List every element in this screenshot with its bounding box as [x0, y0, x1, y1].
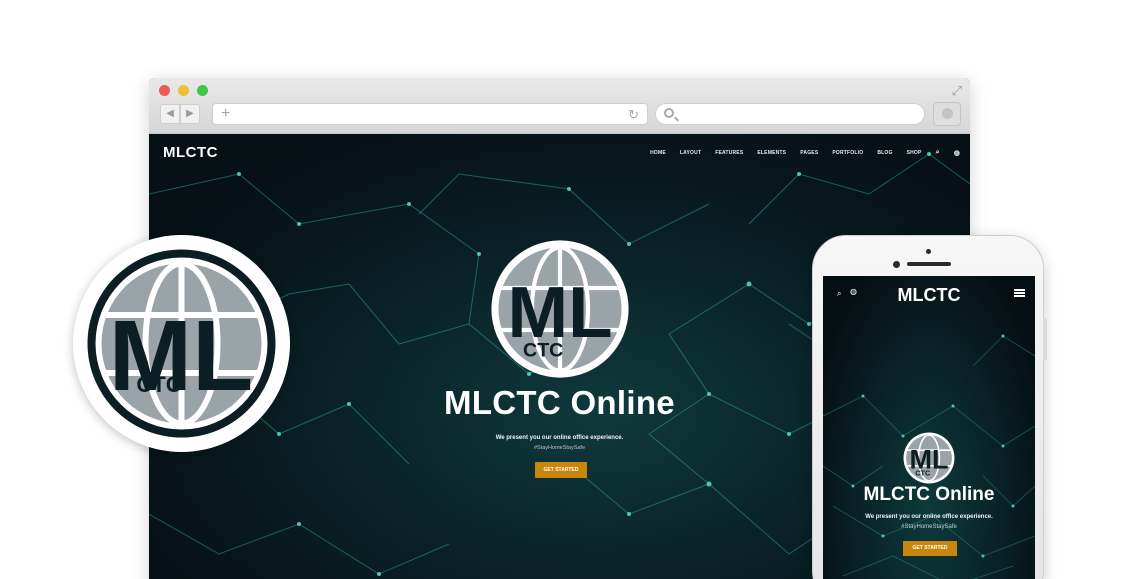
phone-hero-tagline: #StayHomeStaySafe [901, 524, 957, 530]
expand-icon[interactable]: ⤢ [952, 83, 962, 99]
nav-item-features[interactable]: FEATURES [715, 150, 743, 156]
forward-button[interactable]: ▶ [180, 104, 200, 124]
badge-emblem-logo: ML CTC [87, 249, 276, 438]
site-navigation: HOME LAYOUT FEATURES ELEMENTS PAGES PORT… [650, 149, 960, 157]
search-icon [664, 108, 674, 118]
phone-emblem-sub: CTC [915, 469, 931, 478]
new-tab-icon[interactable]: + [221, 105, 230, 123]
nav-item-elements[interactable]: ELEMENTS [757, 150, 786, 156]
phone-mockup: ⌕ ◍ MLCTC ML CTC MLCTC Online We present… [812, 235, 1047, 579]
brand-badge: ML CTC [73, 235, 290, 452]
hamburger-menu-icon[interactable] [1014, 289, 1025, 297]
phone-hero-subtitle: We present you our online office experie… [865, 514, 993, 520]
browser-search-input[interactable] [655, 103, 925, 125]
globe-icon[interactable]: ◍ [954, 149, 960, 157]
minimize-window-button[interactable] [178, 85, 189, 96]
nav-item-shop[interactable]: SHOP [907, 150, 922, 156]
hero-emblem-sub: CTC [523, 340, 563, 362]
site-logo[interactable]: MLCTC [163, 144, 218, 161]
phone-sensor [926, 249, 931, 254]
address-bar[interactable]: + ↻ [212, 103, 648, 125]
showcase-stage: ⤢ ◀ ▶ + ↻ MLCTC HOME LAYOUT FEATURES ELE… [0, 0, 1140, 579]
nav-item-home[interactable]: HOME [650, 150, 666, 156]
back-button[interactable]: ◀ [160, 104, 180, 124]
phone-site-logo[interactable]: MLCTC [823, 285, 1035, 306]
nav-item-blog[interactable]: BLOG [877, 150, 892, 156]
hero-emblem-logo: ML CTC [491, 240, 629, 378]
phone-camera-icon [893, 261, 900, 268]
nav-item-portfolio[interactable]: PORTFOLIO [832, 150, 863, 156]
extension-button[interactable] [933, 102, 961, 126]
phone-get-started-button[interactable]: GET STARTED [903, 541, 957, 556]
browser-toolbar: ⤢ ◀ ▶ + ↻ [149, 78, 970, 134]
phone-side-button [1043, 318, 1047, 360]
nav-item-pages[interactable]: PAGES [800, 150, 818, 156]
reload-icon[interactable]: ↻ [628, 107, 639, 123]
phone-network-background [823, 334, 1035, 579]
phone-speaker [907, 262, 951, 266]
phone-screen: ⌕ ◍ MLCTC ML CTC MLCTC Online We present… [823, 276, 1035, 579]
badge-sub: CTC [136, 372, 181, 397]
phone-hero-title: MLCTC Online [863, 484, 995, 505]
get-started-button[interactable]: GET STARTED [535, 462, 587, 478]
search-icon[interactable]: ⌕ [936, 149, 940, 157]
zoom-window-button[interactable] [197, 85, 208, 96]
nav-item-layout[interactable]: LAYOUT [680, 150, 701, 156]
close-window-button[interactable] [159, 85, 170, 96]
phone-emblem-logo: ML CTC [903, 432, 955, 484]
